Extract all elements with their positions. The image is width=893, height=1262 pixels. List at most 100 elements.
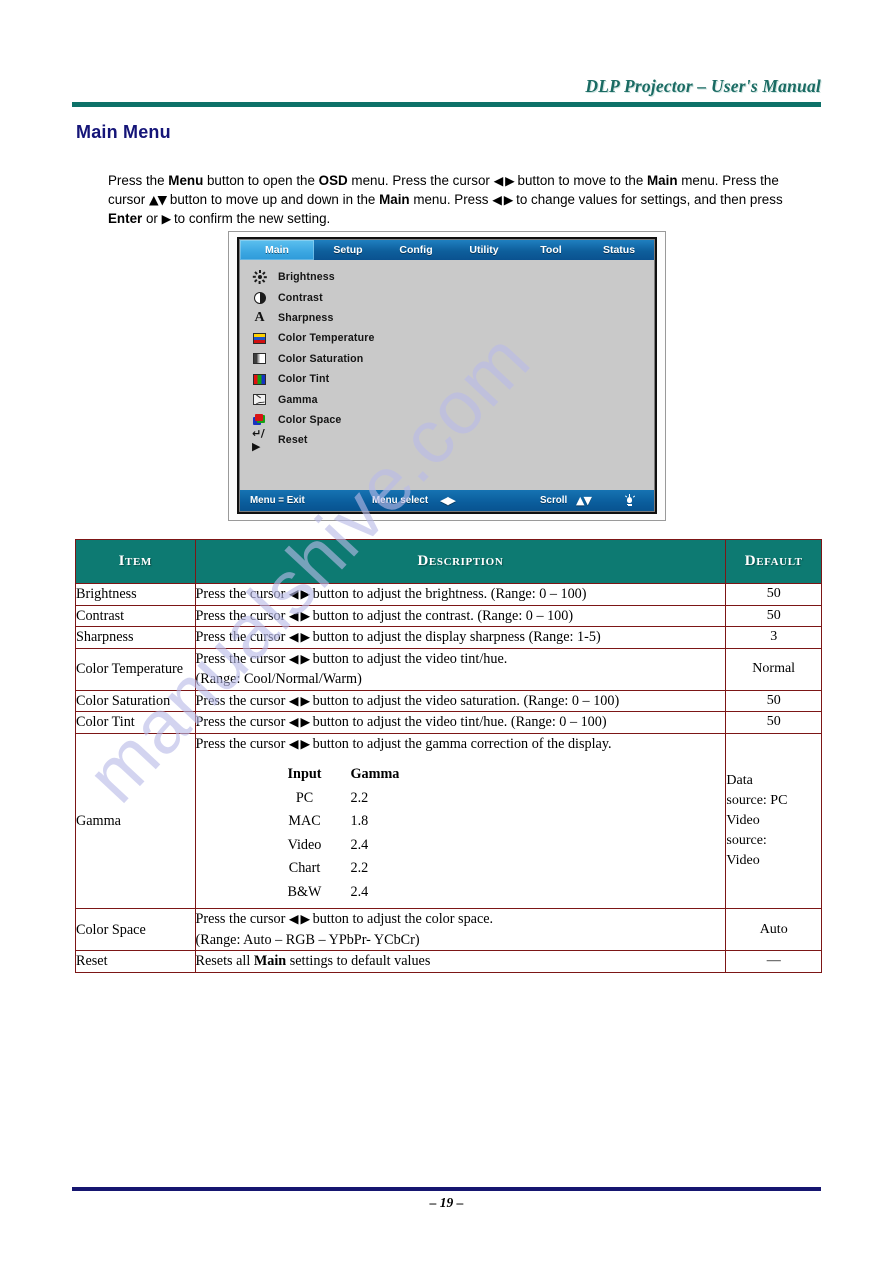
intro-text-4: button to move to the (513, 173, 648, 189)
desc-text-post: button to adjust the display sharpness (… (309, 629, 601, 645)
gamma-header-row: Input Gamma (258, 763, 441, 787)
cell-item: Color Tint (75, 711, 196, 734)
osd-item-color-tint[interactable]: Color Tint (252, 369, 654, 389)
color-temperature-icon (252, 331, 267, 345)
osd-tab-main[interactable]: Main (240, 240, 314, 260)
table-row: Reset Resets all Main settings to defaul… (75, 950, 822, 973)
desc-text-pre: Press the cursor (195, 735, 289, 752)
gamma-value: 2.2 (350, 786, 441, 810)
right-arrow-icon: ▶ (161, 211, 172, 227)
osd-item-reset[interactable]: ↵/▶ Reset (252, 427, 654, 453)
manual-title: DLP Projector – User's Manual (585, 76, 821, 96)
left-right-arrow-icon: ◀ ▶ (288, 911, 310, 926)
osd-item-label: Color Tint (278, 373, 330, 386)
osd-item-gamma[interactable]: Gamma (252, 389, 654, 409)
cell-default: — (725, 950, 822, 973)
osd-item-list: Brightness Contrast A Sharpness Color Te… (240, 260, 654, 474)
cell-item: Contrast (75, 604, 196, 627)
osd-item-label: Reset (278, 434, 308, 447)
cell-item: Brightness (75, 583, 196, 606)
osd-tab-tool[interactable]: Tool (518, 240, 584, 260)
desc-text-post: button to adjust the video tint/hue. (Ra… (309, 714, 607, 730)
osd-scroll-arrows-icon: ▲▼ (576, 494, 592, 507)
osd-tab-bar: Main Setup Config Utility Tool Status (240, 240, 654, 260)
left-right-arrow-icon: ◀ ▶ (288, 692, 310, 708)
osd-screenshot-figure: Main Setup Config Utility Tool Status Br… (228, 231, 666, 521)
osd-item-contrast[interactable]: Contrast (252, 287, 654, 307)
gamma-row: MAC 1.8 (258, 810, 441, 834)
desc-text-pre: Press the cursor (195, 586, 289, 602)
desc-text-pre: Press the cursor (195, 714, 289, 730)
cell-default: 3 (725, 626, 822, 649)
intro-enter-keyword: Enter (108, 211, 143, 227)
cell-default: 50 (725, 689, 822, 712)
gamma-values-table: Input Gamma PC 2.2 MAC 1.8 Video 2.4 Cha… (258, 763, 441, 904)
table-row: Sharpness Press the cursor ◀ ▶ button to… (75, 626, 822, 649)
column-header-description: Description (194, 539, 727, 584)
osd-item-brightness[interactable]: Brightness (252, 267, 654, 287)
desc-text-post: button to adjust the contrast. (Range: 0… (309, 607, 574, 624)
osd-item-label: Contrast (278, 291, 323, 304)
gamma-curve-icon (252, 393, 267, 407)
table-row: Color Saturation Press the cursor ◀ ▶ bu… (75, 689, 822, 712)
table-row: Color Space Press the cursor ◀ ▶ button … (75, 908, 822, 951)
main-menu-settings-table: Item Description Default Brightness Pres… (75, 539, 822, 973)
osd-scroll-hint: Scroll (540, 495, 568, 506)
default-line-3: Video (726, 812, 760, 828)
desc-text-line2: (Range: Cool/Normal/Warm) (195, 671, 362, 687)
left-right-arrow-icon: ◀ ▶ (288, 629, 310, 644)
gamma-input: Chart (258, 857, 351, 881)
intro-main-keyword-2: Main (379, 192, 410, 208)
table-row: Contrast Press the cursor ◀ ▶ button to … (75, 604, 822, 627)
cell-description: Press the cursor ◀ ▶ button to adjust th… (194, 689, 727, 712)
gamma-value: 1.8 (350, 810, 441, 834)
column-header-default: Default (725, 539, 822, 584)
desc-text-post: button to adjust the video saturation. (… (309, 692, 620, 709)
gamma-row: B&W 2.4 (258, 880, 441, 904)
intro-text-9: or (142, 211, 162, 227)
header-rule (72, 102, 821, 107)
osd-item-color-space[interactable]: Color Space (252, 410, 654, 430)
gamma-row: Video 2.4 (258, 833, 441, 857)
intro-text-6: button to move up and down in the (166, 192, 380, 208)
cell-description: Resets all Main settings to default valu… (194, 950, 727, 973)
osd-item-color-temperature[interactable]: Color Temperature (252, 328, 654, 348)
osd-status-bar: Menu = Exit Menu select ◀▶ Scroll ▲▼ (240, 490, 654, 511)
osd-item-label: Color Temperature (278, 332, 375, 345)
cell-description: Press the cursor ◀ ▶ button to adjust th… (194, 626, 727, 649)
default-line-1: Data (726, 772, 753, 788)
cell-description: Press the cursor ◀ ▶ button to adjust th… (194, 647, 727, 691)
desc-text-pre: Press the cursor (195, 629, 289, 645)
osd-tab-setup[interactable]: Setup (314, 240, 382, 260)
desc-bold-keyword: Main (253, 953, 287, 969)
intro-text-1: Press the (108, 173, 169, 189)
table-row: Color Tint Press the cursor ◀ ▶ button t… (75, 711, 822, 734)
osd-tab-status[interactable]: Status (584, 240, 654, 260)
intro-text-7: menu. Press (409, 192, 493, 208)
default-line-2: source: PC (726, 792, 788, 808)
footer-rule (72, 1187, 821, 1191)
left-right-arrow-icon: ◀ ▶ (288, 735, 310, 751)
gamma-input: B&W (258, 880, 351, 904)
intro-text-8: to change values for settings, and then … (512, 192, 783, 208)
running-header: DLP Projector – User's Manual (0, 76, 893, 110)
gamma-col-header-gamma: Gamma (350, 763, 441, 787)
osd-exit-hint: Menu = Exit (250, 495, 305, 506)
cell-item: Color Space (75, 908, 196, 951)
osd-item-sharpness[interactable]: A Sharpness (252, 308, 654, 328)
default-line-5: Video (726, 852, 760, 868)
cell-item: Gamma (75, 732, 196, 909)
left-right-arrow-icon-2: ◀ ▶ (492, 192, 513, 208)
cell-default: Auto (725, 908, 822, 951)
intro-text-10: to confirm the new setting. (170, 211, 331, 227)
osd-tab-utility[interactable]: Utility (450, 240, 518, 260)
gamma-col-header-input: Input (258, 763, 351, 787)
intro-osd-keyword: OSD (318, 173, 348, 189)
lamp-bulb-icon (622, 494, 637, 507)
intro-main-keyword-1: Main (647, 173, 678, 189)
osd-tab-config[interactable]: Config (382, 240, 450, 260)
osd-item-color-saturation[interactable]: Color Saturation (252, 349, 654, 369)
osd-item-label: Color Space (278, 413, 342, 426)
gamma-value: 2.2 (350, 857, 441, 881)
desc-text-line2: (Range: Auto – RGB – YPbPr- YCbCr) (195, 931, 420, 948)
